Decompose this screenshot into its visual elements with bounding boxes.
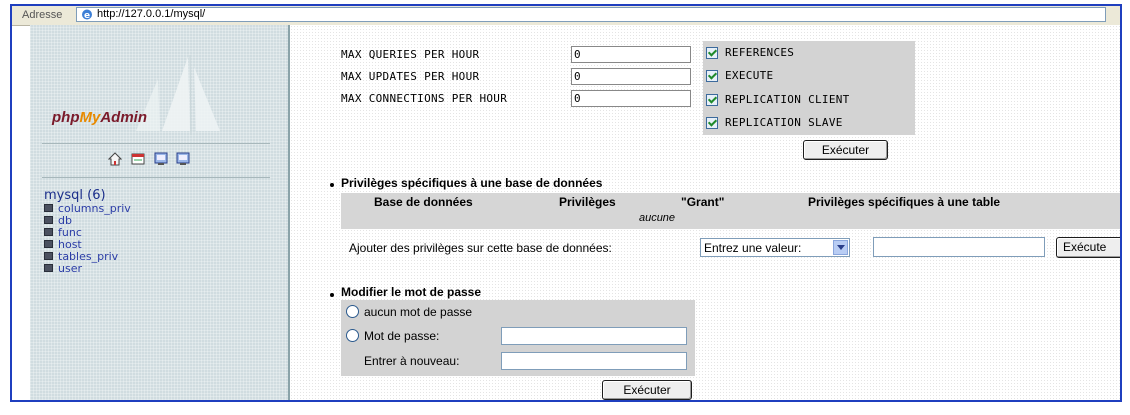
limit-label: MAX CONNECTIONS PER HOUR [341, 92, 508, 105]
password-option: Mot de passe: [341, 326, 695, 348]
main-content: MAX QUERIES PER HOUR 0 MAX UPDATES PER H… [290, 25, 1120, 400]
privilege-replication-slave: REPLICATION SLAVE [703, 113, 915, 133]
column-header-grant: "Grant" [681, 195, 725, 209]
privilege-label: EXECUTE [725, 69, 774, 82]
table-icon [44, 204, 53, 212]
add-db-privileges-row: Ajouter des privilèges sur cette base de… [349, 237, 1120, 259]
address-bar: Adresse e http://127.0.0.1/mysql/ [12, 6, 1120, 26]
svg-text:e: e [84, 11, 90, 20]
limit-label: MAX QUERIES PER HOUR [341, 48, 480, 61]
column-header-database: Base de données [374, 195, 473, 209]
retype-password-row: Entrer à nouveau: [341, 351, 695, 373]
table-name: user [58, 262, 82, 275]
table-icon [44, 240, 53, 248]
no-password-radio[interactable] [346, 305, 359, 318]
database-name-input[interactable] [873, 237, 1045, 257]
replication-client-checkbox[interactable] [706, 94, 718, 106]
retype-password-label: Entrer à nouveau: [364, 354, 460, 368]
privilege-replication-client: REPLICATION CLIENT [703, 90, 915, 110]
privilege-label: REPLICATION CLIENT [725, 93, 850, 106]
phpmyadmin-logo[interactable]: phpMyAdmin [52, 109, 147, 126]
bullet [330, 183, 334, 187]
chevron-down-icon[interactable] [833, 240, 848, 255]
max-updates-input[interactable]: 0 [571, 68, 691, 85]
table-icon [44, 264, 53, 272]
limit-row-max-queries: MAX QUERIES PER HOUR 0 [341, 44, 721, 66]
table-list: columns_priv db func host tables_priv us… [44, 203, 131, 275]
address-label: Adresse [22, 9, 63, 21]
navigation-sidebar: phpMyAdmin mysql (6) columns_priv db fun… [30, 25, 290, 400]
home-icon[interactable] [107, 152, 123, 166]
column-header-table-privileges: Privilèges spécifiques à une table [808, 195, 1001, 209]
db-privileges-title: Privilèges spécifiques à une base de don… [341, 176, 603, 190]
max-connections-input[interactable]: 0 [571, 90, 691, 107]
table-icon [44, 252, 53, 260]
no-password-option: aucun mot de passe [341, 302, 695, 324]
references-checkbox[interactable] [706, 47, 718, 59]
add-privileges-label: Ajouter des privilèges sur cette base de… [349, 241, 612, 255]
db-privileges-table: Base de données Privilèges "Grant" Privi… [341, 193, 1120, 229]
execute-checkbox[interactable] [706, 70, 718, 82]
table-icon [44, 216, 53, 224]
logo-php-text: php [52, 109, 80, 126]
query-window-icon[interactable] [176, 152, 190, 166]
global-privileges-panel: REFERENCES EXECUTE REPLICATION CLIENT RE… [703, 41, 915, 135]
empty-table-message: aucune [638, 212, 676, 224]
address-url: http://127.0.0.1/mysql/ [97, 8, 206, 20]
sidebar-divider [42, 177, 270, 178]
privilege-label: REFERENCES [725, 46, 795, 59]
bullet [330, 293, 334, 297]
sidebar-divider [42, 143, 270, 144]
add-privileges-execute-button[interactable]: Exécute [1056, 237, 1120, 258]
privilege-label: REPLICATION SLAVE [725, 116, 843, 129]
logo-admin-text: Admin [100, 109, 148, 126]
column-header-privileges: Privilèges [559, 195, 616, 209]
password-input[interactable] [501, 327, 687, 345]
password-label: Mot de passe: [364, 329, 440, 343]
documentation-icon[interactable] [154, 152, 168, 166]
database-select[interactable]: Entrez une valeur: [700, 238, 850, 257]
sidebar-icon-bar [107, 152, 198, 168]
limit-label: MAX UPDATES PER HOUR [341, 70, 480, 83]
limit-row-max-updates: MAX UPDATES PER HOUR 0 [341, 66, 721, 88]
logo-my-text: My [79, 109, 101, 126]
change-password-title: Modifier le mot de passe [341, 285, 482, 299]
execute-button[interactable]: Exécuter [803, 140, 888, 160]
privilege-execute: EXECUTE [703, 66, 915, 86]
table-item-user[interactable]: user [44, 263, 131, 275]
select-value: Entrez une valeur: [704, 241, 802, 255]
change-password-panel: aucun mot de passe Mot de passe: Entrer … [341, 300, 695, 376]
address-input[interactable]: e http://127.0.0.1/mysql/ [76, 7, 1106, 22]
replication-slave-checkbox[interactable] [706, 117, 718, 129]
sql-query-icon[interactable] [131, 152, 145, 166]
password-radio[interactable] [346, 329, 359, 342]
no-password-label: aucun mot de passe [364, 305, 473, 319]
max-queries-input[interactable]: 0 [571, 46, 691, 63]
ie-page-icon: e [82, 9, 92, 20]
change-password-execute-button[interactable]: Exécuter [602, 380, 692, 400]
browser-frame: Adresse e http://127.0.0.1/mysql/ phpMyA… [10, 4, 1122, 402]
database-name-link[interactable]: mysql (6) [44, 188, 106, 203]
limit-row-max-connections: MAX CONNECTIONS PER HOUR 0 [341, 88, 721, 110]
retype-password-input[interactable] [501, 352, 687, 370]
table-icon [44, 228, 53, 236]
privilege-references: REFERENCES [703, 43, 915, 63]
